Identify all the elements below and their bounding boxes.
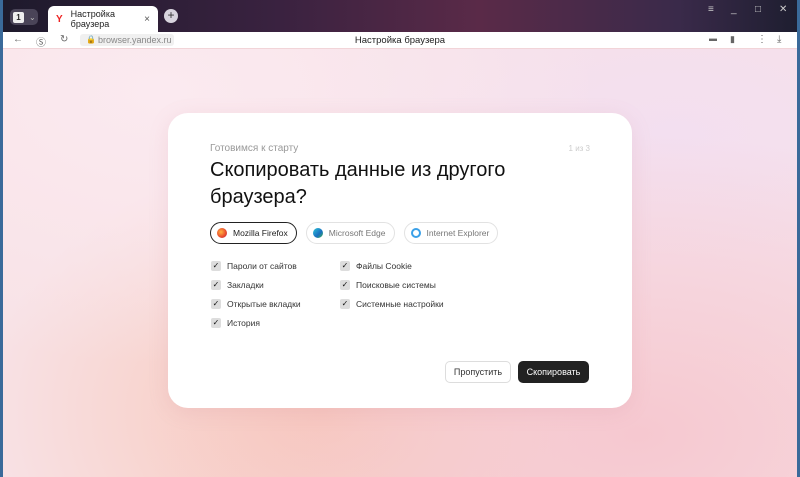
download-icon[interactable]: ⤓ (777, 34, 781, 45)
checkbox-checked-icon[interactable]: ✓ (211, 261, 221, 271)
checkbox-checked-icon[interactable]: ✓ (211, 299, 221, 309)
copy-button[interactable]: Скопировать (518, 361, 589, 383)
browser-chip-edge[interactable]: Microsoft Edge (305, 222, 395, 244)
option-system-settings[interactable]: ✓ Системные настройки (340, 299, 444, 309)
option-cookies[interactable]: ✓ Файлы Cookie (340, 261, 412, 271)
option-history[interactable]: ✓ История (211, 318, 260, 328)
firefox-icon (217, 228, 227, 238)
maximize-icon[interactable]: □ (755, 4, 761, 15)
option-search-engines[interactable]: ✓ Поисковые системы (340, 280, 436, 290)
chat-icon[interactable]: ▬ (709, 34, 717, 43)
chevron-down-icon: ⌄ (29, 12, 36, 22)
bookmark-icon[interactable]: ▮ (730, 34, 735, 45)
minimize-icon[interactable]: _ (731, 4, 737, 15)
step-indicator: 1 из 3 (568, 144, 590, 153)
ie-icon (410, 228, 421, 238)
address-bar: ← Ⓢ ↻ 🔒 browser.yandex.ru Настройка брауз… (3, 32, 797, 49)
option-bookmarks[interactable]: ✓ Закладки (211, 280, 264, 290)
more-icon[interactable]: ⋮ (757, 34, 767, 45)
close-tab-icon[interactable]: × (144, 14, 150, 25)
tab-count-button[interactable]: 1 ⌄ (10, 9, 38, 25)
tab-active[interactable]: Y Настройка браузера × (48, 6, 158, 32)
checkbox-checked-icon[interactable]: ✓ (211, 280, 221, 290)
import-dialog: Готовимся к старту 1 из 3 Скопировать да… (168, 113, 632, 408)
dialog-title: Скопировать данные из другого браузера? (210, 159, 506, 208)
checkbox-checked-icon[interactable]: ✓ (340, 261, 350, 271)
edge-icon (312, 228, 323, 238)
browser-chip-firefox[interactable]: Mozilla Firefox (210, 222, 297, 244)
yandex-favicon-icon: Y (56, 13, 63, 25)
checkbox-checked-icon[interactable]: ✓ (340, 299, 350, 309)
close-window-icon[interactable]: ✕ (779, 4, 787, 15)
browser-window: 1 ⌄ Y Настройка браузера × + ≡ _ □ ✕ ← Ⓢ ↻ … (3, 0, 797, 477)
skip-button[interactable]: Пропустить (445, 361, 511, 383)
page-content: Готовимся к старту 1 из 3 Скопировать да… (3, 49, 797, 477)
menu-icon[interactable]: ≡ (708, 4, 714, 15)
new-tab-button[interactable]: + (164, 9, 178, 23)
browser-chip-ie[interactable]: Internet Explorer (403, 222, 499, 244)
option-open-tabs[interactable]: ✓ Открытые вкладки (211, 299, 301, 309)
tab-bar: 1 ⌄ Y Настройка браузера × + ≡ _ □ ✕ (3, 0, 797, 32)
subtitle: Готовимся к старту (210, 143, 299, 154)
checkbox-checked-icon[interactable]: ✓ (211, 318, 221, 328)
option-passwords[interactable]: ✓ Пароли от сайтов (211, 261, 297, 271)
checkbox-checked-icon[interactable]: ✓ (340, 280, 350, 290)
page-title: Настройка браузера (354, 35, 446, 46)
